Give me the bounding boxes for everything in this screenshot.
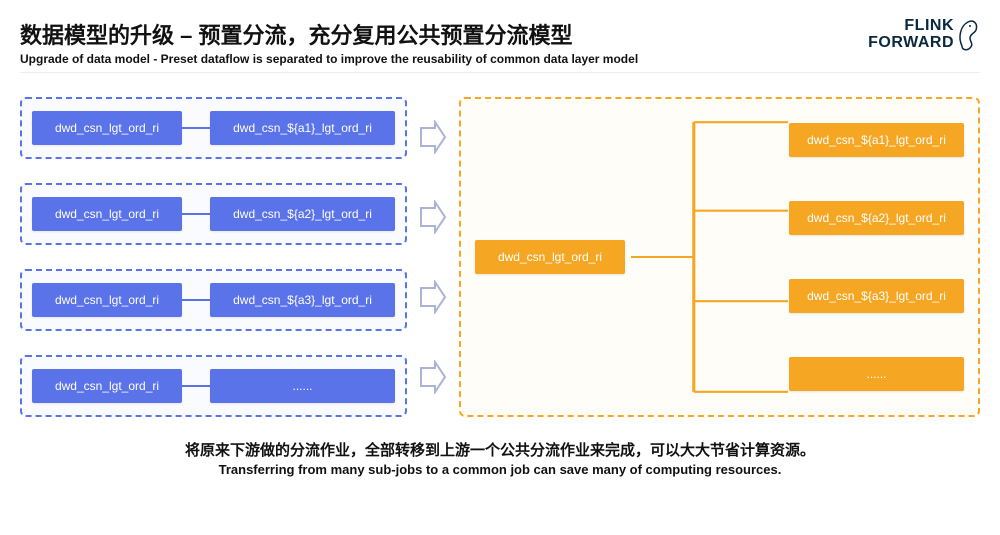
diagram: dwd_csn_lgt_ord_ri dwd_csn_${a1}_lgt_ord… [20, 97, 980, 417]
title-zh: 数据模型的升级 – 预置分流，充分复用公共预置分流模型 [20, 18, 868, 50]
right-column: dwd_csn_lgt_ord_ri dwd_csn_${a1}_lgt_ord… [459, 97, 980, 417]
blue-src-3: dwd_csn_lgt_ord_ri [32, 283, 182, 317]
arrow-icon [419, 280, 447, 314]
orange-dst-3: dwd_csn_${a3}_lgt_ord_ri [789, 279, 964, 313]
left-column: dwd_csn_lgt_ord_ri dwd_csn_${a1}_lgt_ord… [20, 97, 407, 417]
squirrel-icon [956, 16, 980, 52]
blue-group-2: dwd_csn_lgt_ord_ri dwd_csn_${a2}_lgt_ord… [20, 183, 407, 245]
logo-line1: FLINK [868, 18, 954, 35]
blue-connector [182, 299, 210, 301]
orange-src: dwd_csn_lgt_ord_ri [475, 240, 625, 274]
footer-zh: 将原来下游做的分流作业，全部转移到上游一个公共分流作业来完成，可以大大节省计算资… [20, 439, 980, 460]
orange-dst-2: dwd_csn_${a2}_lgt_ord_ri [789, 201, 964, 235]
blue-connector [182, 127, 210, 129]
blue-dst-4: ...... [210, 369, 395, 403]
blue-dst-3: dwd_csn_${a3}_lgt_ord_ri [210, 283, 395, 317]
blue-src-1: dwd_csn_lgt_ord_ri [32, 111, 182, 145]
orange-dst-4: ...... [789, 357, 964, 391]
blue-group-4: dwd_csn_lgt_ord_ri ...... [20, 355, 407, 417]
blue-group-3: dwd_csn_lgt_ord_ri dwd_csn_${a3}_lgt_ord… [20, 269, 407, 331]
flink-forward-logo: FLINK FORWARD [868, 18, 980, 52]
titles: 数据模型的升级 – 预置分流，充分复用公共预置分流模型 Upgrade of d… [20, 18, 868, 66]
arrow-icon [419, 360, 447, 394]
arrow-icon [419, 200, 447, 234]
blue-connector [182, 385, 210, 387]
orange-dst-1: dwd_csn_${a1}_lgt_ord_ri [789, 123, 964, 157]
footer: 将原来下游做的分流作业，全部转移到上游一个公共分流作业来完成，可以大大节省计算资… [20, 439, 980, 477]
arrow-icon [419, 120, 447, 154]
blue-src-2: dwd_csn_lgt_ord_ri [32, 197, 182, 231]
header: 数据模型的升级 – 预置分流，充分复用公共预置分流模型 Upgrade of d… [20, 18, 980, 66]
logo-line2: FORWARD [868, 35, 954, 52]
arrows-column [419, 97, 447, 417]
blue-src-4: dwd_csn_lgt_ord_ri [32, 369, 182, 403]
orange-targets: dwd_csn_${a1}_lgt_ord_ri dwd_csn_${a2}_l… [789, 123, 964, 391]
orange-connectors [631, 99, 788, 415]
title-en: Upgrade of data model - Preset dataflow … [20, 52, 868, 66]
divider [20, 72, 980, 73]
blue-dst-2: dwd_csn_${a2}_lgt_ord_ri [210, 197, 395, 231]
blue-dst-1: dwd_csn_${a1}_lgt_ord_ri [210, 111, 395, 145]
blue-connector [182, 213, 210, 215]
footer-en: Transferring from many sub-jobs to a com… [20, 462, 980, 477]
blue-group-1: dwd_csn_lgt_ord_ri dwd_csn_${a1}_lgt_ord… [20, 97, 407, 159]
